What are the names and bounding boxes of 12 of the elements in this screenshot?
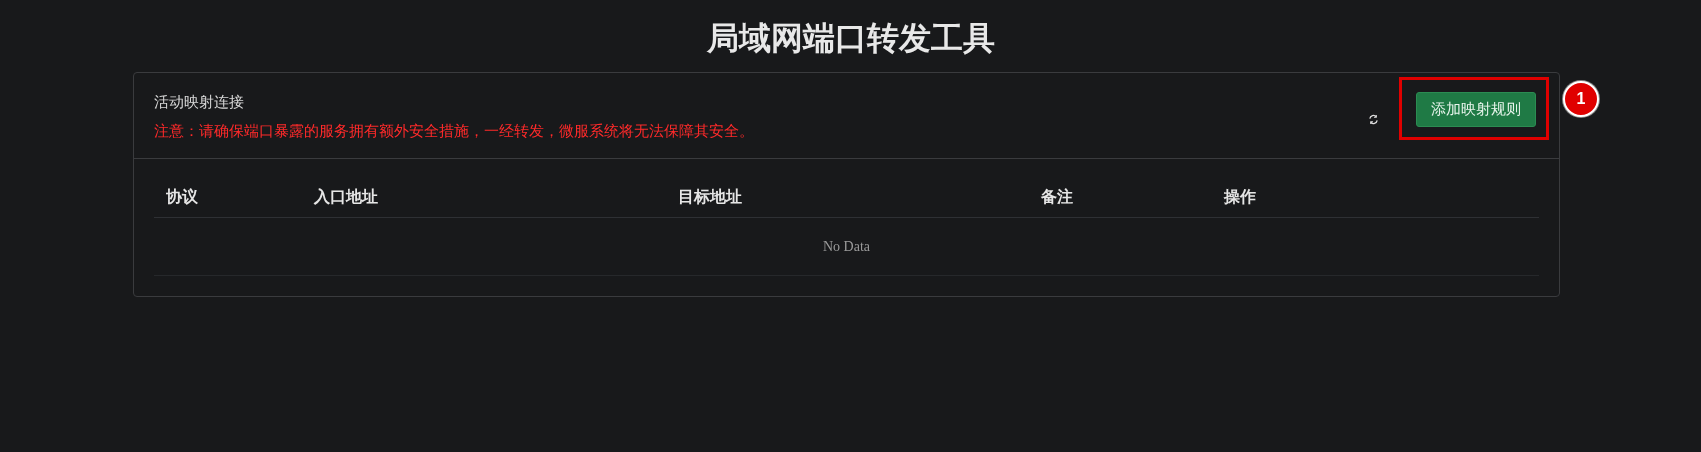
empty-text: No Data: [154, 217, 1539, 276]
add-rule-button[interactable]: 添加映射规则: [1416, 92, 1536, 127]
card-title: 活动映射连接: [154, 92, 245, 112]
column-header: 备注: [1029, 177, 1213, 218]
page-title: 局域网端口转发工具: [705, 19, 996, 58]
column-header: 入口地址: [302, 177, 667, 218]
column-header: 协议: [154, 177, 303, 218]
warning-text: 注意：请确保端口暴露的服务拥有额外安全措施，一经转发，微服系统将无法保障其安全。: [154, 120, 754, 141]
refresh-icon[interactable]: [1368, 113, 1379, 125]
column-header: 操作: [1212, 177, 1539, 218]
column-header: 目标地址: [666, 177, 1030, 218]
annotation-marker: 1: [1563, 81, 1599, 117]
